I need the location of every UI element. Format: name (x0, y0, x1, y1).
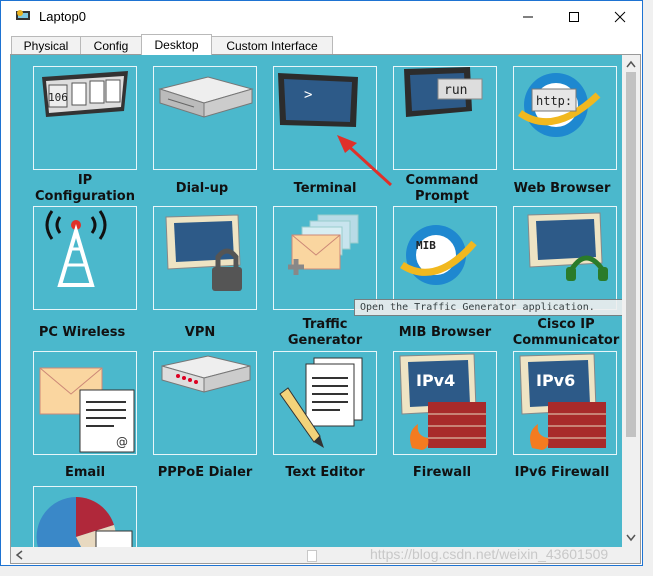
pc-wireless-icon (45, 210, 107, 287)
ip-configuration-icon: 106 (42, 71, 128, 117)
app-label-traffic-generator-line2: Generator (287, 333, 363, 348)
web-browser-icon: http: (517, 73, 601, 137)
command-prompt-icon: run (404, 67, 483, 117)
app-label-dial-up: Dial-up (175, 181, 229, 196)
tab-physical[interactable]: Physical (11, 36, 81, 54)
scroll-corner (622, 547, 640, 563)
vertical-scrollbar[interactable] (622, 55, 640, 547)
horizontal-scroll-thumb[interactable] (307, 550, 317, 562)
scroll-left-icon[interactable] (13, 547, 27, 563)
app-tile-firewall[interactable]: IPv4 (393, 351, 497, 455)
desktop-panel: 106 IP Configuration Dial-up > Terminal … (10, 54, 641, 564)
desktop-area: 106 IP Configuration Dial-up > Terminal … (11, 55, 622, 547)
app-tile-pc-wireless[interactable] (33, 206, 137, 310)
ipv6-text: IPv6 (536, 371, 575, 390)
app-label-web-browser: Web Browser (513, 181, 611, 196)
dial-up-icon (158, 76, 254, 118)
app-tile-dial-up[interactable] (153, 66, 257, 170)
ipv6-firewall-icon: IPv6 (519, 353, 606, 450)
app-tile-email[interactable]: @ (33, 351, 137, 455)
app-tile-web-browser[interactable]: http: (513, 66, 617, 170)
tab-config[interactable]: Config (80, 36, 142, 54)
text-editor-icon (279, 357, 363, 448)
app-label-text-editor: Text Editor (285, 465, 365, 480)
close-button[interactable] (597, 1, 643, 32)
app-label-cisco-ip-communicator: Cisco IP Communicator (501, 317, 622, 349)
pppoe-dialer-icon (161, 355, 251, 393)
tab-desktop[interactable]: Desktop (141, 34, 212, 55)
run-text: run (444, 83, 467, 98)
app-label-pppoe-dialer: PPPoE Dialer (157, 465, 253, 480)
firewall-icon: IPv4 (399, 353, 486, 450)
traffic-generator-icon (288, 214, 359, 275)
minimize-button[interactable] (505, 1, 551, 32)
app-label-ip-configuration-line2: Configuration (35, 189, 135, 204)
app-tile-traffic-generator[interactable] (273, 206, 377, 310)
window-title: Laptop0 (39, 9, 86, 24)
chart-app-icon (36, 497, 133, 547)
app-tile-chart-app[interactable] (33, 486, 137, 547)
svg-text:@: @ (116, 435, 128, 449)
app-label-ipv6-firewall: IPv6 Firewall (514, 465, 610, 480)
app-tile-cisco-ip-communicator[interactable] (513, 206, 617, 310)
app-tile-ip-configuration[interactable]: 106 (33, 66, 137, 170)
scroll-up-icon[interactable] (622, 57, 640, 71)
app-tile-mib-browser[interactable]: MIB (393, 206, 497, 310)
http-text: http: (536, 94, 572, 108)
terminal-prompt-text: > (304, 87, 312, 103)
app-label-ip-configuration-line: IP (77, 173, 93, 188)
title-bar[interactable]: Laptop0 (1, 1, 642, 32)
app-label-cisco-line2: Communicator (512, 333, 620, 348)
ip-number-text: 106 (48, 91, 68, 104)
ipv4-text: IPv4 (416, 371, 455, 390)
watermark: https://blog.csdn.net/weixin_43601509 (370, 546, 609, 562)
laptop-window: Laptop0 Physical Config Desktop Custom I… (0, 0, 643, 566)
close-icon (614, 11, 626, 22)
maximize-button[interactable] (551, 1, 597, 32)
tab-custom-interface[interactable]: Custom Interface (211, 36, 333, 54)
vertical-scroll-thumb[interactable] (626, 72, 636, 437)
app-label-vpn: VPN (184, 325, 216, 340)
annotation-arrow (337, 135, 393, 187)
app-label-mib-browser: MIB Browser (398, 325, 492, 340)
maximize-icon (569, 11, 579, 22)
app-tile-vpn[interactable] (153, 206, 257, 310)
app-label-ip-configuration: IP Configuration (20, 173, 150, 205)
minimize-icon (523, 16, 533, 17)
app-label-pc-wireless: PC Wireless (38, 325, 126, 340)
app-tile-ipv6-firewall[interactable]: IPv6 (513, 351, 617, 455)
app-label-email: Email (64, 465, 106, 480)
app-label-command-prompt-line2: Prompt (415, 189, 469, 204)
packet-tracer-app-icon (16, 10, 30, 20)
mib-browser-icon: MIB (400, 225, 477, 285)
scroll-down-icon[interactable] (622, 531, 640, 545)
app-label-cisco-line1: Cisco IP (537, 317, 595, 332)
app-label-firewall: Firewall (412, 465, 472, 480)
app-tile-pppoe-dialer[interactable] (153, 351, 257, 455)
cisco-ip-communicator-icon (527, 212, 608, 281)
app-label-traffic-generator: Traffic Generator (260, 317, 390, 349)
app-tile-command-prompt[interactable]: run (393, 66, 497, 170)
app-tile-text-editor[interactable] (273, 351, 377, 455)
email-icon: @ (39, 367, 135, 453)
tooltip-traffic-generator: Open the Traffic Generator application. (354, 299, 622, 316)
vpn-icon (165, 214, 242, 291)
mib-text: MIB (416, 239, 436, 252)
app-label-command-prompt-line1: Command (405, 173, 479, 188)
app-label-traffic-generator-line1: Traffic (302, 317, 348, 332)
